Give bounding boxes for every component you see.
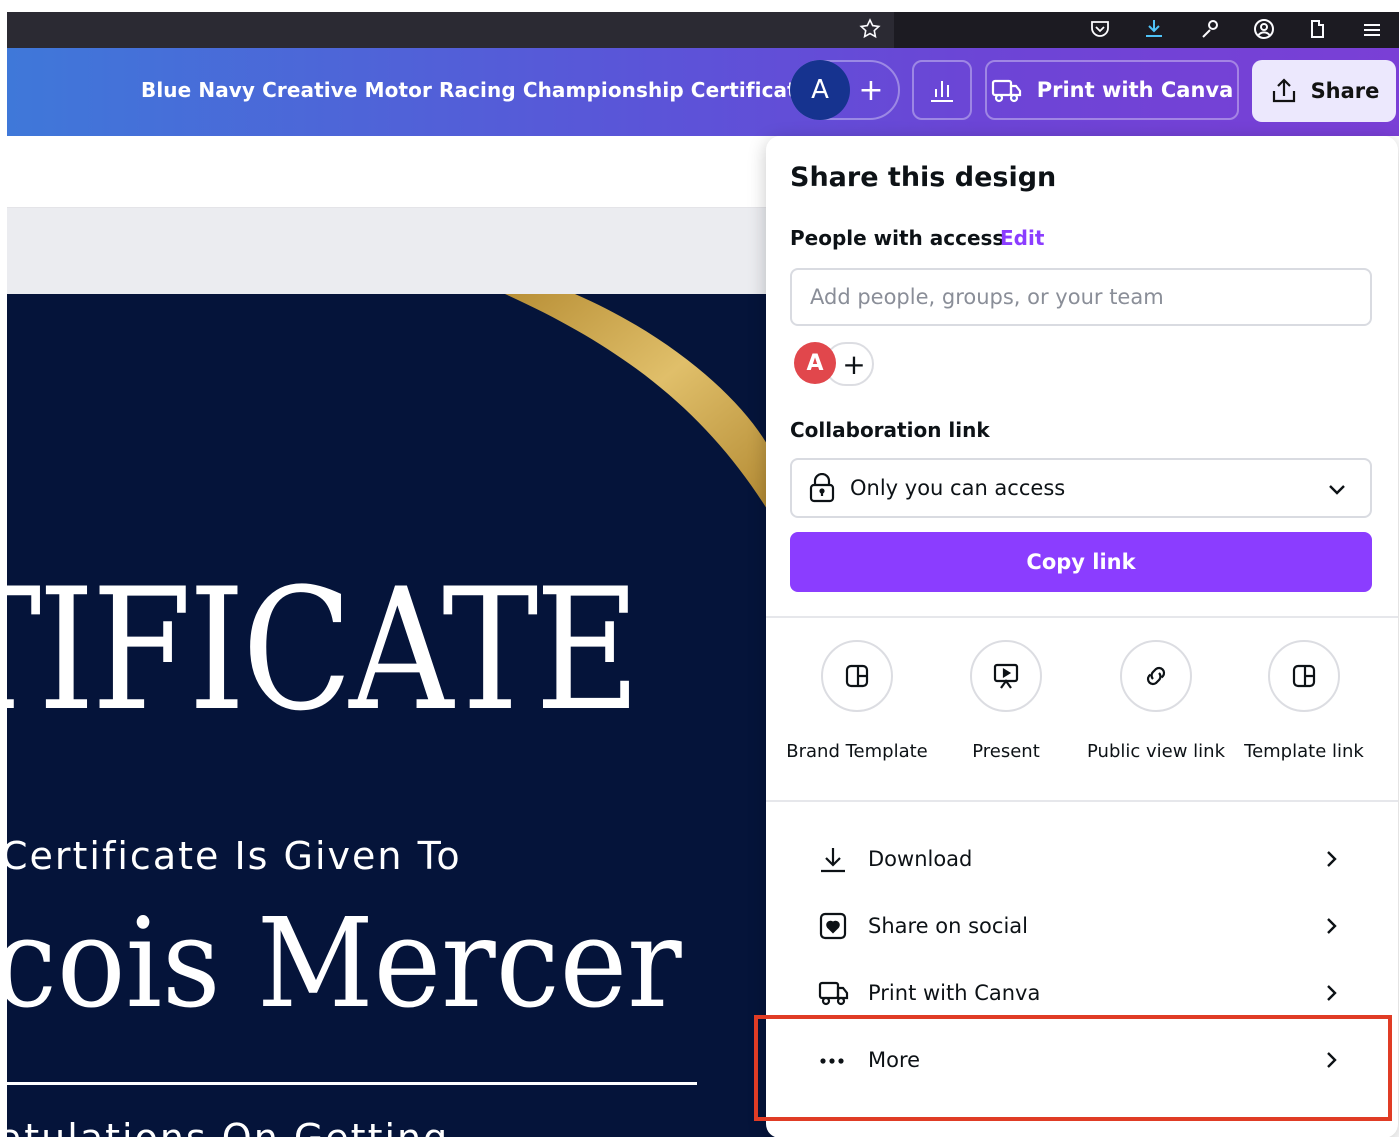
bookmark-star-icon[interactable]: [857, 16, 883, 42]
access-level-value: Only you can access: [850, 476, 1066, 500]
lock-icon: [809, 473, 835, 503]
chevron-right-icon: [1327, 985, 1337, 1001]
public-view-link-label: Public view link: [1087, 741, 1225, 762]
collaboration-link-label: Collaboration link: [790, 418, 990, 442]
template-link-label: Template link: [1244, 741, 1364, 762]
menu-hamburger-icon[interactable]: [1359, 16, 1385, 42]
browser-toolbar: [7, 12, 1399, 48]
access-level-select[interactable]: Only you can access: [790, 458, 1372, 518]
social-heart-icon: [819, 912, 847, 940]
share-button[interactable]: Share: [1252, 60, 1396, 122]
chevron-right-icon: [1327, 851, 1337, 867]
insights-button[interactable]: [912, 60, 972, 120]
download-row[interactable]: Download: [790, 828, 1372, 890]
brand-template-option[interactable]: Brand Template: [782, 640, 932, 763]
link-icon: [1146, 666, 1166, 686]
add-collaborator-button[interactable]: +: [853, 72, 889, 108]
certificate-divider: [7, 1082, 697, 1085]
print-with-canva-label: Print with Canva: [868, 981, 1041, 1005]
truck-icon: [991, 79, 1021, 103]
chevron-right-icon: [1327, 918, 1337, 934]
template-icon: [1292, 664, 1316, 688]
print-with-canva-button[interactable]: Print with Canva: [985, 60, 1239, 120]
user-avatar[interactable]: A: [790, 60, 850, 120]
add-people-input[interactable]: [790, 268, 1372, 326]
share-upload-icon: [1272, 78, 1295, 103]
panel-divider: [766, 800, 1398, 802]
editor-header: Blue Navy Creative Motor Racing Champion…: [7, 48, 1399, 136]
panel-divider: [766, 616, 1398, 618]
copy-link-button[interactable]: Copy link: [790, 532, 1372, 592]
owner-avatar[interactable]: A: [794, 342, 836, 384]
pin-tool-icon[interactable]: [1197, 16, 1223, 42]
download-icon: [821, 848, 845, 873]
pocket-icon[interactable]: [1087, 16, 1113, 42]
public-view-link-option[interactable]: Public view link: [1081, 640, 1231, 763]
present-label: Present: [972, 741, 1040, 762]
certificate-given-to: Certificate Is Given To: [7, 834, 462, 878]
template-link-option[interactable]: Template link: [1229, 640, 1379, 763]
share-panel-title: Share this design: [790, 162, 1057, 193]
brand-template-label: Brand Template: [786, 741, 928, 762]
downloads-icon[interactable]: [1141, 16, 1167, 42]
highlight-box: [754, 1015, 1392, 1121]
url-bar[interactable]: [7, 12, 894, 48]
share-on-social-row[interactable]: Share on social: [790, 895, 1372, 957]
document-title[interactable]: Blue Navy Creative Motor Racing Champion…: [141, 78, 810, 102]
download-label: Download: [868, 847, 973, 871]
app-root: Blue Navy Creative Motor Racing Champion…: [0, 0, 1399, 1137]
share-label: Share: [1310, 79, 1380, 103]
chevron-down-icon: [1329, 485, 1345, 495]
share-on-social-label: Share on social: [868, 914, 1028, 938]
certificate-recipient: cois Mercer: [7, 892, 682, 1036]
edit-access-link[interactable]: Edit: [1000, 226, 1044, 250]
editor-toolbar: [7, 136, 767, 208]
bar-chart-icon: [931, 81, 953, 102]
certificate-congrats: atulations On Getting: [7, 1116, 449, 1137]
extensions-icon[interactable]: [1305, 16, 1331, 42]
print-label: Print with Canva: [1036, 78, 1234, 102]
certificate-title: TIFICATE: [7, 552, 640, 748]
template-icon: [845, 664, 869, 688]
truck-icon: [818, 981, 849, 1006]
people-with-access-label: People with access: [790, 226, 1005, 250]
account-icon[interactable]: [1251, 16, 1277, 42]
present-icon: [993, 663, 1019, 689]
share-panel: Share this design People with access Edi…: [766, 136, 1398, 1137]
present-option[interactable]: Present: [931, 640, 1081, 763]
